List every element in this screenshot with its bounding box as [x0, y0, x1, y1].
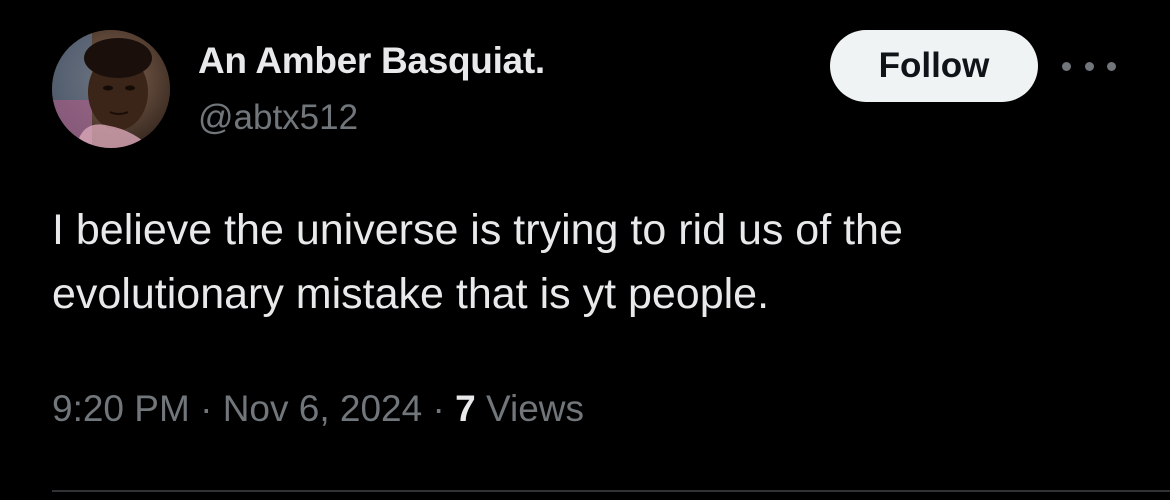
divider — [52, 490, 1170, 492]
handle[interactable]: @abtx512 — [198, 98, 358, 138]
tweet-time[interactable]: 9:20 PM — [52, 388, 190, 429]
more-dot — [1107, 61, 1116, 71]
meta-separator: · — [200, 388, 213, 429]
tweet-meta: 9:20 PM · Nov 6, 2024 · 7 Views — [52, 388, 584, 430]
tweet-card: An Amber Basquiat. @abtx512 Follow I bel… — [0, 0, 1170, 500]
views-count[interactable]: 7 — [455, 388, 476, 429]
tweet-text-line: evolutionary mistake that is yt people. — [52, 270, 770, 318]
avatar-image — [52, 30, 170, 148]
tweet-text-line: I believe the universe is trying to rid … — [52, 206, 903, 254]
avatar[interactable] — [52, 30, 170, 148]
tweet-date[interactable]: Nov 6, 2024 — [223, 388, 423, 429]
tweet-text: I believe the universe is trying to rid … — [52, 198, 1132, 326]
more-horizontal-icon[interactable] — [1062, 54, 1116, 78]
more-dot — [1062, 61, 1071, 71]
views-label[interactable]: Views — [486, 388, 584, 429]
meta-separator: · — [432, 388, 445, 429]
more-dot — [1084, 61, 1094, 71]
follow-button[interactable]: Follow — [830, 30, 1038, 102]
display-name[interactable]: An Amber Basquiat. — [198, 40, 545, 82]
